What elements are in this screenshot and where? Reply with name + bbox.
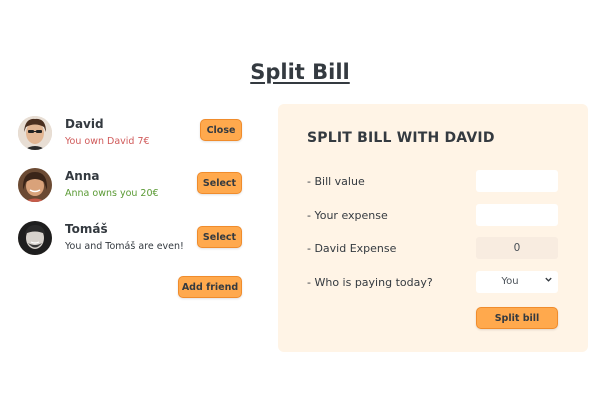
friend-expense-input [476, 237, 558, 259]
split-bill-form: SPLIT BILL WITH DAVID - Bill value - You… [278, 104, 588, 352]
friend-name: David [65, 117, 104, 131]
payer-label: - Who is paying today? [307, 276, 433, 289]
your-expense-input[interactable] [476, 204, 558, 226]
payer-select[interactable]: You [476, 271, 558, 293]
payer-selected-value: You [501, 276, 519, 287]
friend-name: Anna [65, 169, 100, 183]
close-button-david[interactable]: Close [200, 119, 242, 141]
chevron-down-icon [545, 277, 552, 282]
bill-value-label: - Bill value [307, 175, 365, 188]
friend-balance: Anna owns you 20€ [65, 188, 159, 199]
form-heading: SPLIT BILL WITH DAVID [307, 130, 495, 146]
friend-balance: You and Tomáš are even! [65, 241, 184, 252]
avatar-anna [18, 168, 52, 202]
select-button-anna[interactable]: Select [197, 172, 242, 194]
avatar-david [18, 116, 52, 150]
page-title: Split Bill [250, 60, 350, 84]
avatar-tomas [18, 221, 52, 255]
friend-name: Tomáš [65, 222, 108, 236]
select-button-tomas[interactable]: Select [197, 226, 242, 248]
bill-value-input[interactable] [476, 170, 558, 192]
your-expense-label: - Your expense [307, 209, 388, 222]
add-friend-button[interactable]: Add friend [178, 276, 242, 298]
split-bill-button[interactable]: Split bill [476, 307, 558, 329]
friend-expense-label: - David Expense [307, 242, 397, 255]
friend-balance: You own David 7€ [65, 136, 150, 147]
